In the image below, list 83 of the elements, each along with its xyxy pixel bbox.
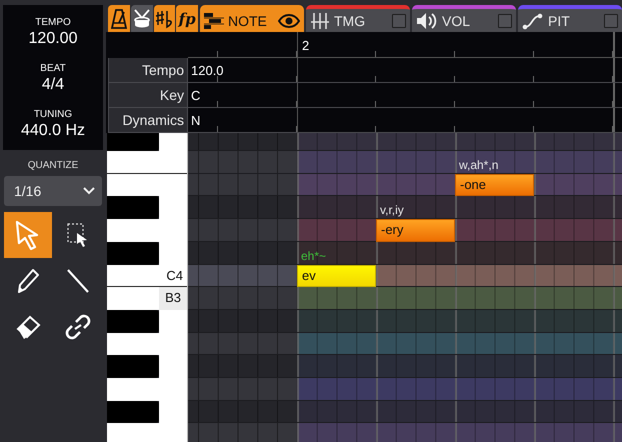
expression-value: 120.0 [191,63,224,78]
info-label: BEAT [40,62,66,75]
expression-value: C [191,88,200,103]
phrase-row[interactable]: v,r,iy [297,196,622,220]
checkbox[interactable] [604,14,618,28]
pencil-icon [16,268,40,294]
panel-tab[interactable]: NOTE [200,5,304,32]
info-value: 4/4 [42,75,64,95]
piano-key[interactable] [107,151,187,174]
phrase-row[interactable]: eh*~ [297,242,622,265]
piano-key[interactable]: C4 [107,264,187,288]
note-block[interactable]: -one [455,174,534,196]
phrase-row[interactable] [297,378,622,401]
quantize-label: QUANTIZE [28,160,78,171]
phoneme-label: w,ah*,n [459,156,500,173]
bar-number: 2 [302,38,310,53]
piano-key[interactable] [107,174,187,196]
phrase-row[interactable]: w,ah*,n [297,151,622,174]
grid-row[interactable] [188,423,297,442]
info-value: 440.0 Hz [20,121,86,141]
piano-key[interactable] [107,332,187,356]
grid-row[interactable] [188,378,297,401]
chevron-icon [83,187,95,195]
phrase-row[interactable] [297,287,622,310]
phoneme-label: eh*~ [301,248,328,264]
timing-icon [310,12,330,30]
phrase-row[interactable] [297,310,622,333]
phrase-row[interactable]: -ery [297,219,622,242]
key-label: C4 [165,266,184,285]
info-label: TUNING [34,108,72,121]
phrase-row[interactable] [297,423,622,442]
key-label: B3 [159,287,187,310]
pitch-curve-icon [522,12,544,30]
piano-key[interactable]: B3 [107,287,187,310]
drum-icon [132,8,151,28]
metronome-icon [110,8,127,28]
speaker-icon [416,12,438,30]
eraser-icon [15,315,41,339]
broken-link-icon [64,314,92,340]
line-icon [66,268,90,294]
metronome-toggle[interactable] [108,5,130,32]
sharp-flat-icon [155,8,174,28]
grid-row[interactable] [188,287,297,310]
piano-roll-icon [204,12,224,30]
piano-key[interactable] [107,133,159,152]
panel-tab[interactable]: VOL [412,5,516,32]
piano-key[interactable] [107,400,159,424]
marquee-select-icon [67,223,89,247]
expression-lane[interactable]: N [188,108,622,133]
phrase-row[interactable]: ev [297,264,622,288]
expression-value: N [191,113,200,128]
grid-row[interactable] [188,400,297,424]
expression-label: Dynamics [108,108,188,133]
info-value: 120.00 [28,29,78,49]
accidental-toggle[interactable] [154,5,176,32]
checkbox[interactable] [498,14,512,28]
info-label: TEMPO [35,16,71,29]
grid-row[interactable] [188,242,297,265]
dynamics-toggle[interactable]: fp [176,5,198,32]
phrase-row[interactable] [297,332,622,356]
expression-lane[interactable]: 120.0 [188,58,622,83]
panel-tab[interactable]: PIT [518,5,622,32]
expression-label: Key [108,83,188,108]
drum-toggle[interactable] [130,5,152,32]
piano-key[interactable] [107,310,159,333]
phrase-row[interactable] [297,355,622,378]
phrase-row[interactable] [297,133,622,152]
phoneme-label: v,r,iy [380,202,405,218]
note-block[interactable]: -ery [376,219,455,242]
checkbox[interactable] [392,14,406,28]
piano-key[interactable] [107,196,159,220]
eye-icon[interactable] [278,12,300,28]
expression-label: Tempo [108,58,188,83]
phrase-row[interactable] [297,400,622,424]
piano-key[interactable] [107,242,159,265]
grid-row[interactable] [188,264,297,288]
panel-tab[interactable]: TMG [306,5,410,32]
quantize-dropdown[interactable]: 1/16 [4,176,102,206]
grid-row[interactable] [188,219,297,242]
arrow-cursor-icon [15,220,41,250]
phrase-row[interactable]: -one [297,174,622,196]
note-block[interactable]: ev [297,264,376,288]
expression-lane[interactable]: C [188,83,622,108]
